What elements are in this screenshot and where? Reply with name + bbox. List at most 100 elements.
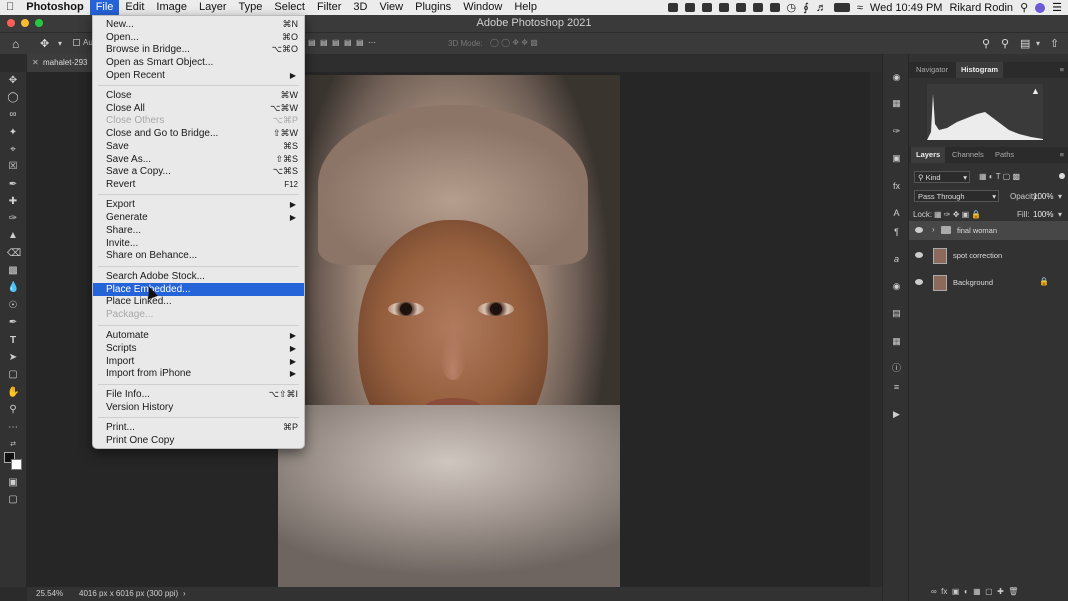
zoom-tool-icon[interactable]: ⚲ — [7, 404, 19, 416]
wifi-icon[interactable]: ≈ — [857, 2, 863, 14]
close-window-icon[interactable] — [7, 19, 15, 27]
warning-icon[interactable]: ▲ — [1031, 86, 1040, 96]
more-tools-icon[interactable]: ⋯ — [7, 422, 19, 434]
siri-icon[interactable] — [1035, 2, 1046, 13]
menu-item-file-info[interactable]: File Info... ⌥⇧⌘I — [93, 388, 304, 401]
menu-filter[interactable]: Filter — [311, 0, 347, 15]
battery-icon[interactable] — [833, 3, 850, 12]
clone-source-icon[interactable]: ▣ — [891, 153, 902, 164]
control-center-icon[interactable]: ☰ — [1052, 1, 1062, 14]
pen-tool-icon[interactable]: ✒ — [7, 317, 19, 329]
menu-window[interactable]: Window — [457, 0, 508, 15]
menu-help[interactable]: Help — [508, 0, 543, 15]
share-icon[interactable]: ⇧ — [1050, 37, 1059, 50]
menu-item-version-history[interactable]: Version History — [93, 401, 304, 414]
dodge-tool-icon[interactable]: ☉ — [7, 300, 19, 312]
menu-plugins[interactable]: Plugins — [409, 0, 457, 15]
menu-item-open-as-smart-object[interactable]: Open as Smart Object... — [93, 56, 304, 69]
menu-item-browse-in-bridge[interactable]: Browse in Bridge... ⌥⌘O — [93, 43, 304, 56]
minimize-window-icon[interactable] — [21, 19, 29, 27]
color-panel-icon[interactable]: ◉ — [891, 72, 902, 83]
swatches-panel-icon[interactable]: ▦ — [891, 98, 902, 109]
menu-view[interactable]: View — [373, 0, 409, 15]
menu-item-scripts[interactable]: Scripts ▶ — [93, 342, 304, 355]
chevron-down-icon[interactable]: ▾ — [1036, 39, 1040, 48]
align-icons[interactable]: ▤ ▤ ▤ ▤ ▤ ⋯ — [308, 38, 376, 47]
layer-row[interactable]: › final woman — [909, 221, 1068, 240]
tray-app-icon[interactable] — [718, 3, 729, 12]
menu-item-print[interactable]: Print... ⌘P — [93, 421, 304, 434]
search-icon[interactable]: ⚲ — [1001, 37, 1009, 50]
move-tool-icon[interactable]: ✥ — [7, 75, 19, 87]
clock-text[interactable]: Wed 10:49 PM — [870, 2, 943, 14]
menu-item-close[interactable]: Close ⌘W — [93, 89, 304, 102]
menu-item-share-on-behance[interactable]: Share on Behance... — [93, 249, 304, 262]
chevron-down-icon[interactable]: ▾ — [1058, 210, 1062, 219]
tab-histogram[interactable]: Histogram — [956, 62, 1004, 78]
info-panel-icon[interactable]: ⓘ — [891, 363, 902, 374]
menu-file[interactable]: File — [89, 0, 120, 15]
type-tool-icon[interactable]: T — [7, 335, 19, 347]
properties-panel-icon[interactable]: ▤ — [891, 308, 902, 319]
3d-mode-icons[interactable]: ◯ ◯ ✥ ✥ ▩ — [490, 38, 538, 47]
chevron-right-icon[interactable]: › — [183, 587, 186, 601]
styles-fx-icon[interactable]: fx — [891, 181, 902, 192]
quick-mask-icon[interactable]: ▣ — [7, 477, 19, 489]
document-image[interactable] — [278, 75, 620, 587]
menu-item-automate[interactable]: Automate ▶ — [93, 329, 304, 342]
clock-icon[interactable]: ◷ — [787, 1, 797, 14]
tab-channels[interactable]: Channels — [947, 147, 989, 163]
tab-layers[interactable]: Layers — [911, 147, 946, 163]
tab-navigator[interactable]: Navigator — [911, 62, 953, 78]
tray-app-icon[interactable] — [752, 3, 763, 12]
blend-mode-select[interactable]: Pass Through ▾ — [914, 190, 999, 202]
menu-item-export[interactable]: Export ▶ — [93, 198, 304, 211]
path-selection-tool-icon[interactable]: ➤ — [7, 352, 19, 364]
layer-row[interactable]: spot correction — [909, 244, 1068, 268]
blur-tool-icon[interactable]: 💧 — [7, 282, 19, 294]
menu-item-search-adobe-stock[interactable]: Search Adobe Stock... — [93, 270, 304, 283]
document-dimensions[interactable]: 4016 px x 6016 px (300 ppi) — [79, 587, 178, 601]
menu-3d[interactable]: 3D — [347, 0, 373, 15]
menu-item-save[interactable]: Save ⌘S — [93, 140, 304, 153]
brush-tool-icon[interactable]: ✑ — [7, 213, 19, 225]
move-tool-icon[interactable]: ✥ — [40, 37, 49, 50]
menu-item-close-and-go-to-bridge[interactable]: Close and Go to Bridge... ⇧⌘W — [93, 127, 304, 140]
tray-app-icon[interactable] — [667, 3, 678, 12]
chevron-down-icon[interactable]: ▾ — [58, 39, 62, 48]
swap-colors-icon[interactable]: ⇄ — [7, 439, 19, 451]
libraries-panel-icon[interactable]: ▦ — [891, 336, 902, 347]
menu-type[interactable]: Type — [233, 0, 269, 15]
visibility-eye-icon[interactable] — [915, 252, 923, 258]
panel-menu-icon[interactable]: ≡ — [1060, 150, 1064, 159]
filter-toggle[interactable] — [1059, 173, 1065, 179]
healing-brush-tool-icon[interactable]: ✚ — [7, 196, 19, 208]
tray-app-icon[interactable] — [769, 3, 780, 12]
marquee-tool-icon[interactable]: ◯ — [7, 92, 19, 104]
menu-item-import-from-iphone[interactable]: Import from iPhone ▶ — [93, 367, 304, 380]
menu-item-generate[interactable]: Generate ▶ — [93, 211, 304, 224]
screen-mode-icon[interactable]: ▢ — [7, 494, 19, 506]
eraser-tool-icon[interactable]: ⌫ — [7, 248, 21, 260]
apple-menu-icon[interactable]:  — [0, 0, 20, 15]
menu-item-revert[interactable]: Revert F12 — [93, 178, 304, 191]
lasso-tool-icon[interactable]: ∞ — [7, 109, 19, 121]
lock-icon[interactable]: 🔒 — [1039, 277, 1049, 286]
menu-item-print-one-copy[interactable]: Print One Copy — [93, 434, 304, 447]
layer-action-icons[interactable]: ∞ fx ▣ ◐ ▦ ▢ ✚ 🗑 — [931, 587, 1018, 596]
crop-tool-icon[interactable]: ⌖ — [7, 144, 19, 156]
layer-row[interactable]: Background 🔒 — [909, 271, 1068, 295]
adjustments-panel-icon[interactable]: ≡ — [891, 382, 902, 393]
actions-play-icon[interactable]: ▶ — [891, 409, 902, 420]
chevron-down-icon[interactable]: ▾ — [1058, 192, 1062, 201]
quick-select-tool-icon[interactable]: ✦ — [7, 127, 19, 139]
frame-tool-icon[interactable]: ☒ — [7, 161, 19, 173]
visibility-eye-icon[interactable] — [915, 227, 923, 233]
lock-icons[interactable]: ▦ ✑ ✥ ▣ 🔒 — [934, 210, 981, 219]
spotlight-search-icon[interactable]: ⚲ — [1020, 1, 1028, 14]
background-color-swatch[interactable] — [11, 459, 22, 470]
user-name[interactable]: Rikard Rodin — [949, 2, 1013, 14]
menu-app-photoshop[interactable]: Photoshop — [20, 0, 89, 15]
filter-type-icons[interactable]: ▦ ◐ T ▢ ▩ — [979, 172, 1020, 181]
menu-select[interactable]: Select — [268, 0, 311, 15]
